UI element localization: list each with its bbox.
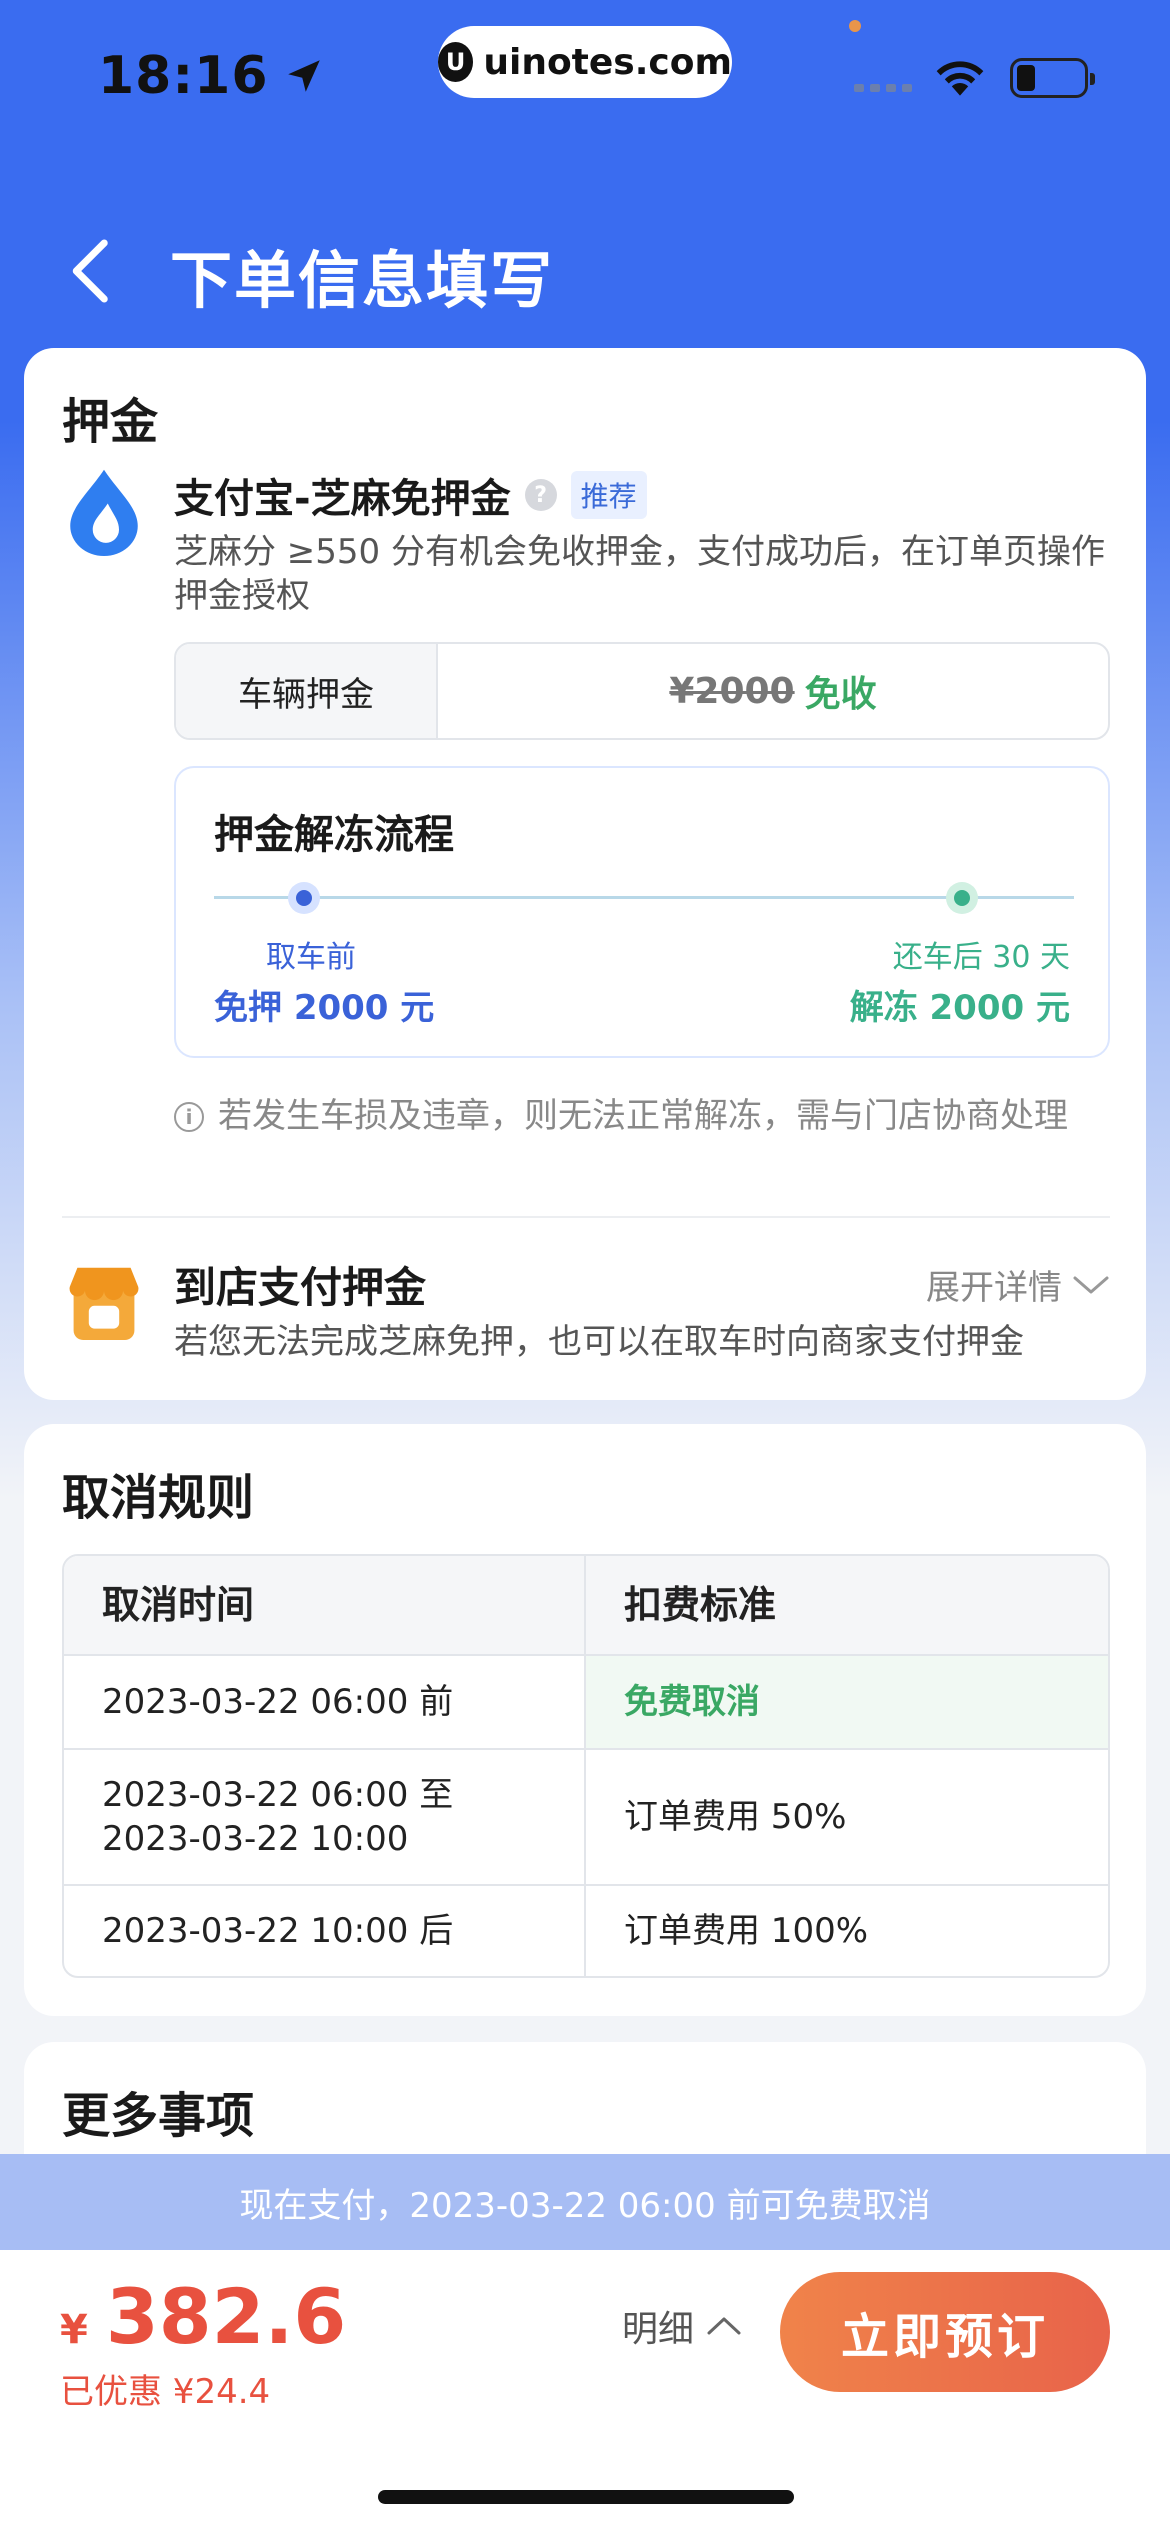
deposit-unfreeze-flow: 押金解冻流程 取车前 免押 2000 元 还车后 30 天 解冻 2000 元 xyxy=(174,766,1110,1058)
cancel-time-cell: 2023-03-22 06:00 至 2023-03-22 10:00 xyxy=(64,1750,586,1884)
info-icon: i xyxy=(174,1102,204,1132)
deposit-section-title: 押金 xyxy=(62,394,159,450)
back-chevron-icon[interactable] xyxy=(62,236,122,306)
price-currency: ¥ xyxy=(60,2307,88,2353)
expand-details-button[interactable]: 展开详情 xyxy=(926,1260,1110,1309)
alipay-icon xyxy=(70,469,138,556)
table-row: 2023-03-22 10:00 后 订单费用 100% xyxy=(64,1884,1108,1976)
location-arrow-icon xyxy=(287,60,320,92)
fee-cell: 订单费用 50% xyxy=(624,1797,847,1837)
zhima-description: 芝麻分 ≥550 分有机会免收押金，支付成功后，在订单页操作押金授权 xyxy=(174,532,1105,616)
flow-title: 押金解冻流程 xyxy=(214,812,454,858)
divider xyxy=(62,1216,1110,1218)
chevron-down-icon xyxy=(1073,1276,1109,1293)
page-title: 下单信息填写 xyxy=(170,244,555,317)
cancel-rules-table: 取消时间 扣费标准 2023-03-22 06:00 前 免费取消 2023-0… xyxy=(62,1554,1110,1978)
fee-cell: 订单费用 100% xyxy=(624,1911,869,1951)
battery-icon xyxy=(1010,58,1095,98)
vehicle-deposit-value: ¥2000 免收 xyxy=(438,644,1108,738)
chevron-up-icon xyxy=(707,2317,741,2335)
original-deposit: ¥2000 xyxy=(669,670,795,712)
recommend-badge: 推荐 xyxy=(570,471,647,519)
store-pay-title[interactable]: 到店支付押金 xyxy=(174,1254,426,1315)
status-time-text: 18:16 xyxy=(98,46,269,106)
flow-end-dot xyxy=(946,882,978,914)
vehicle-deposit-label: 车辆押金 xyxy=(176,644,438,738)
cancel-time-text: 2023-03-22 06:00 至 xyxy=(102,1775,454,1815)
status-time: 18:16 xyxy=(98,46,325,106)
flow-start-label: 取车前 xyxy=(266,940,356,975)
url-pill[interactable]: U uinotes.com xyxy=(438,26,732,98)
cancel-time-cell: 2023-03-22 10:00 后 xyxy=(64,1886,586,1976)
nav-header: 下单信息填写 xyxy=(0,210,1170,330)
cancel-time-text-line2: 2023-03-22 10:00 xyxy=(102,1819,409,1859)
flow-start-value: 免押 2000 元 xyxy=(214,988,435,1028)
price-detail-label: 明细 xyxy=(622,2309,695,2350)
flow-start-dot xyxy=(288,882,320,914)
status-bar: 18:16 U uinotes.com xyxy=(0,0,1170,150)
more-items-title: 更多事项 xyxy=(62,2088,255,2144)
site-logo-icon: U xyxy=(438,42,474,82)
free-cancel-notice: 现在支付，2023-03-22 06:00 前可免费取消 xyxy=(0,2154,1170,2250)
cancel-rules-card: 取消规则 取消时间 扣费标准 2023-03-22 06:00 前 免费取消 2… xyxy=(24,1424,1146,2016)
table-row: 2023-03-22 06:00 至 2023-03-22 10:00 订单费用… xyxy=(64,1748,1108,1884)
store-icon xyxy=(69,1267,139,1340)
flow-timeline xyxy=(214,896,1074,899)
deposit-card: 押金 支付宝-芝麻免押金 ? 推荐 芝麻分 ≥550 分有机会免收押金，支付成功… xyxy=(24,348,1146,1400)
header-fee-standard: 扣费标准 xyxy=(624,1583,777,1627)
flow-end-value: 解冻 2000 元 xyxy=(849,988,1070,1028)
fee-cell: 免费取消 xyxy=(586,1656,1108,1748)
cancel-rules-title: 取消规则 xyxy=(62,1470,255,1526)
store-pay-description: 若您无法完成芝麻免押，也可以在取车时向商家支付押金 xyxy=(174,1322,1024,1362)
flow-end-label: 还车后 30 天 xyxy=(892,940,1070,975)
price-amount: 382.6 xyxy=(105,2272,347,2361)
zhima-option-title[interactable]: 支付宝-芝麻免押金 ? 推荐 xyxy=(174,466,647,524)
signal-icon xyxy=(854,84,912,92)
header-cancel-time: 取消时间 xyxy=(64,1556,586,1654)
table-header-row: 取消时间 扣费标准 xyxy=(64,1556,1108,1654)
wifi-icon xyxy=(936,61,984,96)
help-icon[interactable]: ? xyxy=(524,479,557,511)
cancel-time-text: 2023-03-22 06:00 前 xyxy=(102,1682,454,1722)
deposit-free-tag: 免收 xyxy=(804,674,877,715)
table-row: 2023-03-22 06:00 前 免费取消 xyxy=(64,1654,1108,1748)
price-detail-button[interactable]: 明细 xyxy=(622,2300,742,2352)
deposit-note: 若发生车损及违章，则无法正常解冻，需与门店协商处理 xyxy=(218,1096,1068,1136)
cancel-time-cell: 2023-03-22 06:00 前 xyxy=(64,1656,586,1748)
privacy-indicator xyxy=(849,20,861,32)
discount-text: 已优惠 ¥24.4 xyxy=(60,2372,271,2412)
url-text: uinotes.com xyxy=(483,41,732,83)
vehicle-deposit-row: 车辆押金 ¥2000 免收 xyxy=(174,642,1110,740)
zhima-title-text: 支付宝-芝麻免押金 xyxy=(174,476,511,522)
expand-details-label: 展开详情 xyxy=(926,1268,1062,1308)
cancel-time-text: 2023-03-22 10:00 后 xyxy=(102,1911,454,1951)
book-now-button[interactable]: 立即预订 xyxy=(780,2272,1110,2392)
total-price: ¥ 382.6 xyxy=(60,2272,346,2361)
home-indicator xyxy=(378,2490,794,2504)
